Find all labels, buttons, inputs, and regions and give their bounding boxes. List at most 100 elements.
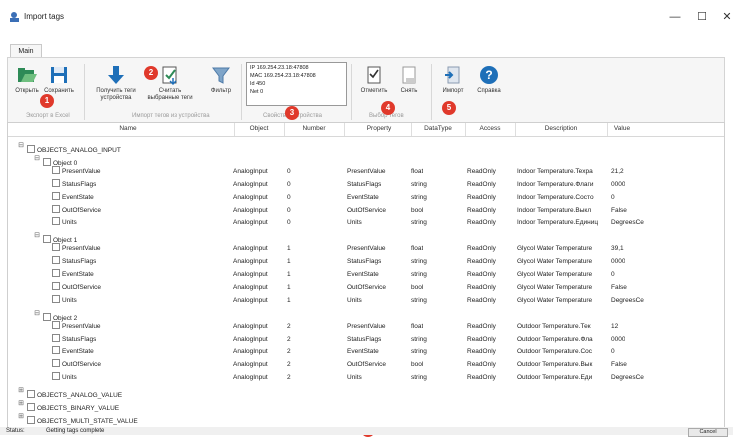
ribbon-divider xyxy=(431,64,432,120)
tag-row[interactable]: Units AnalogInput 0 Units string ReadOnly Indo… xyxy=(8,216,724,229)
number-cell: 2 xyxy=(287,322,291,330)
row-checkbox[interactable] xyxy=(52,191,60,200)
expand-icon[interactable]: ⊞ xyxy=(18,384,24,397)
callout-marker: 2 xyxy=(144,66,158,80)
column-header-object[interactable]: Object xyxy=(234,125,284,132)
object-type-row[interactable]: ⊟OBJECTS_ANALOG_INPUT xyxy=(8,139,724,154)
datatype-cell: string xyxy=(411,180,427,188)
tag-row[interactable]: PresentValue AnalogInput 1 PresentValue floa… xyxy=(8,242,724,255)
tag-row[interactable]: EventState AnalogInput 0 EventState string Re… xyxy=(8,191,724,204)
import-icon xyxy=(445,66,460,84)
row-checkbox[interactable] xyxy=(52,256,60,265)
collapse-icon[interactable]: ⊟ xyxy=(18,139,24,152)
tag-name-cell: Units xyxy=(52,294,77,307)
object-group-row[interactable]: ⊟Object 1 xyxy=(8,229,724,244)
help-button[interactable]: ? Справка xyxy=(474,64,504,95)
object-type-row[interactable]: ⊞OBJECTS_BINARY_VALUE xyxy=(8,397,724,412)
access-cell: ReadOnly xyxy=(467,180,496,188)
tag-name: PresentValue xyxy=(62,167,101,175)
description-cell: Glycol Water Temperature xyxy=(517,271,593,278)
filter-funnel-icon xyxy=(212,67,230,84)
unmark-button[interactable]: Снять xyxy=(396,64,422,95)
get-device-tags-button[interactable]: Получить теги устройства xyxy=(90,64,142,102)
object-type-row[interactable]: ⊞OBJECTS_ANALOG_VALUE xyxy=(8,384,724,399)
row-checkbox[interactable] xyxy=(52,294,60,303)
row-checkbox[interactable] xyxy=(52,269,60,277)
tag-row[interactable]: EventState AnalogInput 1 EventState string Re… xyxy=(8,268,724,281)
tag-row[interactable]: Units AnalogInput 2 Units string ReadOnly Outd… xyxy=(8,371,724,384)
column-divider xyxy=(465,123,466,136)
row-checkbox[interactable] xyxy=(52,165,60,174)
tag-name: StatusFlags xyxy=(62,258,97,266)
column-header-datatype[interactable]: DataType xyxy=(411,125,465,132)
callout-marker: 3 xyxy=(285,106,299,120)
tag-name: OutOfService xyxy=(62,283,102,291)
collapse-icon[interactable]: ⊟ xyxy=(34,152,40,165)
object-type-row[interactable]: ⊞ OBJECTS_MULTI_STATE_VALUE xyxy=(8,410,724,425)
access-cell: ReadOnly xyxy=(467,219,496,227)
tag-name: OBJECTS_MULTI_STATE_VALUE xyxy=(37,417,138,425)
open-button[interactable]: Открыть xyxy=(12,64,42,95)
collapse-icon[interactable]: ⊟ xyxy=(34,229,40,242)
row-checkbox[interactable] xyxy=(52,372,60,381)
column-header-access[interactable]: Access xyxy=(465,125,515,132)
row-checkbox[interactable] xyxy=(52,178,60,187)
row-checkbox[interactable] xyxy=(52,217,60,226)
property-cell: PresentValue xyxy=(347,322,386,330)
tags-grid[interactable]: Name Object Number Property DataType Acc… xyxy=(7,122,725,428)
object-group-row[interactable]: ⊟Object 0 xyxy=(8,152,724,167)
column-header-number[interactable]: Number xyxy=(284,125,344,132)
mark-button[interactable]: Отметить xyxy=(354,64,394,95)
column-divider xyxy=(515,123,516,136)
tag-row[interactable]: PresentValue AnalogInput 2 PresentValue floa… xyxy=(8,320,724,333)
tag-row[interactable]: PresentValue AnalogInput 0 PresentValue floa… xyxy=(8,165,724,178)
minimize-button[interactable]: — xyxy=(660,7,690,27)
tag-name-cell: ⊞ OBJECTS_MULTI_STATE_VALUE xyxy=(18,410,138,428)
cancel-button[interactable]: Cancel xyxy=(688,428,728,437)
import-button[interactable]: Импорт xyxy=(436,64,470,95)
tag-name: Units xyxy=(62,296,77,304)
save-button[interactable]: Сохранить xyxy=(42,64,76,95)
tag-name-cell: PresentValue xyxy=(52,165,101,178)
description-cell: Outdoor Temperature.Сос xyxy=(517,348,593,356)
device-ip: IP 169.254.23.18:47808 xyxy=(250,65,309,71)
read-selected-label-2: выбранные теги xyxy=(147,95,193,101)
close-button[interactable]: ✕ xyxy=(712,7,733,27)
tag-row[interactable]: EventState AnalogInput 2 EventState string Re… xyxy=(8,345,724,358)
value-cell: DegreesCe xyxy=(611,374,644,382)
row-checkbox[interactable] xyxy=(52,346,60,355)
object-cell: AnalogInput xyxy=(233,348,268,356)
object-group-row[interactable]: ⊟Object 2 xyxy=(8,307,724,322)
tag-name: Units xyxy=(62,374,77,382)
column-header-name[interactable]: Name xyxy=(68,125,188,132)
row-checkbox[interactable] xyxy=(52,333,60,342)
expand-icon[interactable]: ⊞ xyxy=(18,397,24,410)
tag-row[interactable]: OutOfService AnalogInput 2 OutOfService bool… xyxy=(8,358,724,371)
row-checkbox[interactable] xyxy=(52,359,60,368)
tag-row[interactable]: OutOfService AnalogInput 0 OutOfService bool… xyxy=(8,204,724,217)
tag-row[interactable]: OutOfService AnalogInput 1 OutOfService bool… xyxy=(8,281,724,294)
column-header-property[interactable]: Property xyxy=(344,125,414,132)
row-checkbox[interactable] xyxy=(52,243,60,252)
help-label: Справка xyxy=(477,88,501,94)
column-header-value[interactable]: Value xyxy=(607,125,637,132)
value-cell: False xyxy=(611,361,627,369)
tag-row[interactable]: StatusFlags AnalogInput 1 StatusFlags string… xyxy=(8,255,724,268)
row-checkbox[interactable] xyxy=(52,281,60,290)
tag-row[interactable]: Units AnalogInput 1 Units string ReadOnly Glyc… xyxy=(8,294,724,307)
object-cell: AnalogInput xyxy=(233,180,268,188)
value-cell: 0 xyxy=(611,193,615,201)
tag-row[interactable]: StatusFlags AnalogInput 0 StatusFlags string… xyxy=(8,178,724,191)
access-cell: ReadOnly xyxy=(467,296,496,304)
expand-icon[interactable]: ⊞ xyxy=(18,410,24,423)
column-header-description[interactable]: Description xyxy=(515,125,607,132)
row-checkbox[interactable] xyxy=(52,204,60,213)
filter-button[interactable]: Фильтр xyxy=(206,64,236,95)
row-checkbox[interactable] xyxy=(52,320,60,329)
property-cell: StatusFlags xyxy=(347,335,382,343)
datatype-cell: float xyxy=(411,322,424,330)
callout-marker: 5 xyxy=(442,101,456,115)
row-checkbox[interactable] xyxy=(27,415,35,424)
tag-row[interactable]: StatusFlags AnalogInput 2 StatusFlags string… xyxy=(8,333,724,346)
collapse-icon[interactable]: ⊟ xyxy=(34,307,40,320)
